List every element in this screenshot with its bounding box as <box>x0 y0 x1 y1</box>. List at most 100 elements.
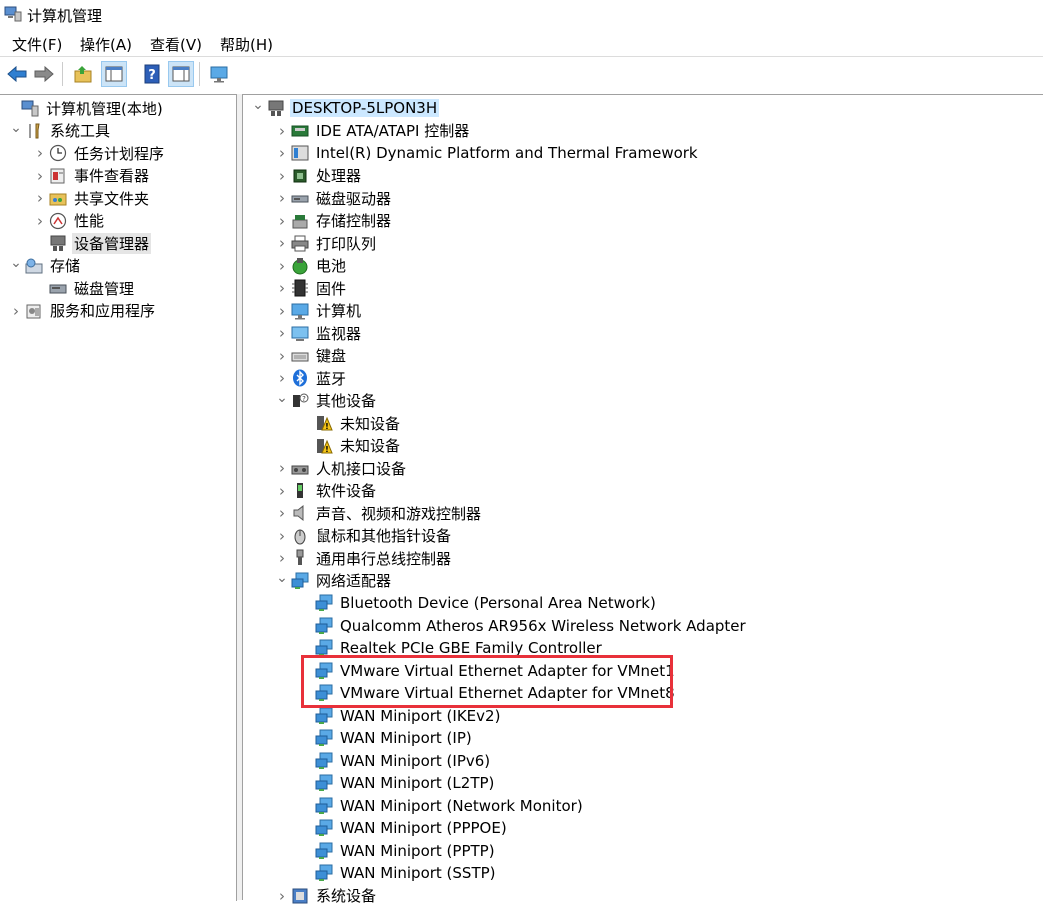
network-adapter-icon <box>314 796 334 816</box>
nav-item[interactable]: ⌄ 系统工具 <box>8 120 112 142</box>
show-tree-button[interactable] <box>101 61 127 87</box>
device-category[interactable]: › 通用串行总线控制器 <box>274 547 453 569</box>
expand-chevron-icon[interactable]: › <box>32 142 48 164</box>
up-folder-button[interactable] <box>70 61 96 87</box>
expand-chevron-icon[interactable]: › <box>274 232 290 254</box>
services-icon <box>24 301 44 321</box>
expand-chevron-icon[interactable]: › <box>274 210 290 232</box>
nav-item[interactable]: › 事件查看器 <box>32 165 151 187</box>
forward-button[interactable] <box>31 61 57 87</box>
menu-view[interactable]: 查看(V) <box>150 34 202 55</box>
expand-chevron-icon[interactable]: › <box>8 300 24 322</box>
back-button[interactable] <box>4 61 30 87</box>
expand-chevron-icon[interactable]: › <box>274 525 290 547</box>
device-item-label: WAN Miniport (PPTP) <box>340 841 495 860</box>
storage-controller-icon <box>290 211 310 231</box>
expand-chevron-icon[interactable]: › <box>274 277 290 299</box>
expand-chevron-icon[interactable]: › <box>274 502 290 524</box>
device-category[interactable]: › 监视器 <box>274 322 363 344</box>
nav-item[interactable]: › 共享文件夹 <box>32 187 151 209</box>
device-category[interactable]: › 电池 <box>274 255 348 277</box>
device-category[interactable]: › 固件 <box>274 277 348 299</box>
device-item-label: WAN Miniport (L2TP) <box>340 774 495 792</box>
device-item[interactable]: Bluetooth Device (Personal Area Network) <box>298 592 658 614</box>
device-category[interactable]: › 处理器 <box>274 165 363 187</box>
expand-chevron-icon[interactable]: › <box>32 187 48 209</box>
nav-item-label: 共享文件夹 <box>74 189 150 208</box>
device-category[interactable]: › 键盘 <box>274 345 348 367</box>
device-item[interactable]: WAN Miniport (PPPOE) <box>298 817 509 839</box>
device-category-label: 人机接口设备 <box>316 459 407 478</box>
device-item[interactable]: WAN Miniport (IPv6) <box>298 750 492 772</box>
device-category[interactable]: › 声音、视频和游戏控制器 <box>274 502 483 524</box>
device-category[interactable]: ⌄ 网络适配器 <box>274 570 393 592</box>
collapse-chevron-icon[interactable]: ⌄ <box>8 117 24 139</box>
device-category[interactable]: ⌄? 其他设备 <box>274 390 378 412</box>
device-category[interactable]: › 存储控制器 <box>274 210 393 232</box>
properties-button[interactable] <box>168 61 194 87</box>
mouse-icon <box>290 526 310 546</box>
nav-item[interactable]: ⌄ 存储 <box>8 255 82 277</box>
nav-item[interactable]: › 任务计划程序 <box>32 142 166 164</box>
monitor-button[interactable] <box>206 61 232 87</box>
collapse-chevron-icon[interactable]: ⌄ <box>274 567 290 589</box>
menu-bar: 文件(F) 操作(A) 查看(V) 帮助(H) <box>0 30 1043 56</box>
device-category[interactable]: › 计算机 <box>274 300 363 322</box>
device-item[interactable]: Qualcomm Atheros AR956x Wireless Network… <box>298 615 748 637</box>
device-category[interactable]: › 磁盘驱动器 <box>274 187 393 209</box>
menu-help[interactable]: 帮助(H) <box>220 34 273 55</box>
device-item[interactable]: WAN Miniport (L2TP) <box>298 772 496 794</box>
menu-action[interactable]: 操作(A) <box>80 34 132 55</box>
device-category[interactable]: › Intel(R) Dynamic Platform and Thermal F… <box>274 142 700 164</box>
expand-chevron-icon[interactable]: › <box>274 480 290 502</box>
nav-item[interactable]: 设备管理器 <box>32 232 152 254</box>
device-item[interactable]: ! 未知设备 <box>298 435 402 457</box>
expand-chevron-icon[interactable]: › <box>274 187 290 209</box>
expand-chevron-icon[interactable]: › <box>274 457 290 479</box>
device-category[interactable]: › 打印队列 <box>274 232 378 254</box>
device-category[interactable]: › IDE ATA/ATAPI 控制器 <box>274 120 471 142</box>
platform-icon <box>290 143 310 163</box>
properties-icon <box>172 66 190 82</box>
menu-file[interactable]: 文件(F) <box>12 34 62 55</box>
device-category-label: Intel(R) Dynamic Platform and Thermal Fr… <box>316 144 698 162</box>
expand-chevron-icon[interactable]: › <box>32 210 48 232</box>
device-category[interactable]: › 系统设备 <box>274 885 378 907</box>
expand-chevron-icon[interactable]: › <box>274 120 290 142</box>
expand-chevron-icon[interactable]: › <box>274 142 290 164</box>
expand-chevron-icon[interactable]: › <box>274 300 290 322</box>
help-button[interactable]: ? <box>139 61 165 87</box>
device-tree-root[interactable]: ⌄ DESKTOP-5LPON3H <box>250 94 440 119</box>
nav-item[interactable]: 计算机管理(本地) <box>4 97 165 119</box>
device-item[interactable]: WAN Miniport (IP) <box>298 727 474 749</box>
nav-item[interactable]: › 性能 <box>32 210 106 232</box>
collapse-chevron-icon[interactable]: ⌄ <box>8 252 24 274</box>
expand-chevron-icon[interactable]: › <box>274 165 290 187</box>
collapse-chevron-icon[interactable]: ⌄ <box>250 94 266 116</box>
device-category[interactable]: › 人机接口设备 <box>274 457 408 479</box>
toolbar: ? <box>0 57 1043 91</box>
device-category[interactable]: › 鼠标和其他指针设备 <box>274 525 453 547</box>
device-category[interactable]: › 软件设备 <box>274 480 378 502</box>
device-item[interactable]: ! 未知设备 <box>298 412 402 434</box>
nav-item[interactable]: 磁盘管理 <box>32 277 136 299</box>
device-item[interactable]: WAN Miniport (PPTP) <box>298 840 497 862</box>
expand-chevron-icon[interactable]: › <box>32 165 48 187</box>
nav-item-label: 性能 <box>74 212 105 230</box>
expand-chevron-icon[interactable]: › <box>274 322 290 344</box>
collapse-chevron-icon[interactable]: ⌄ <box>274 387 290 409</box>
nav-item[interactable]: › 服务和应用程序 <box>8 300 157 322</box>
show-tree-icon <box>105 66 123 82</box>
device-item[interactable]: WAN Miniport (SSTP) <box>298 862 498 884</box>
network-adapter-icon <box>314 773 334 793</box>
expand-chevron-icon[interactable]: › <box>274 255 290 277</box>
expand-chevron-icon[interactable]: › <box>274 345 290 367</box>
device-item-label: WAN Miniport (SSTP) <box>340 864 496 882</box>
device-item[interactable]: WAN Miniport (Network Monitor) <box>298 795 585 817</box>
nav-item-label: 计算机管理(本地) <box>46 99 163 118</box>
computer-icon <box>290 301 310 321</box>
device-category-label: 系统设备 <box>316 887 377 905</box>
device-item-label: WAN Miniport (PPPOE) <box>340 819 507 837</box>
expand-chevron-icon[interactable]: › <box>274 885 290 907</box>
